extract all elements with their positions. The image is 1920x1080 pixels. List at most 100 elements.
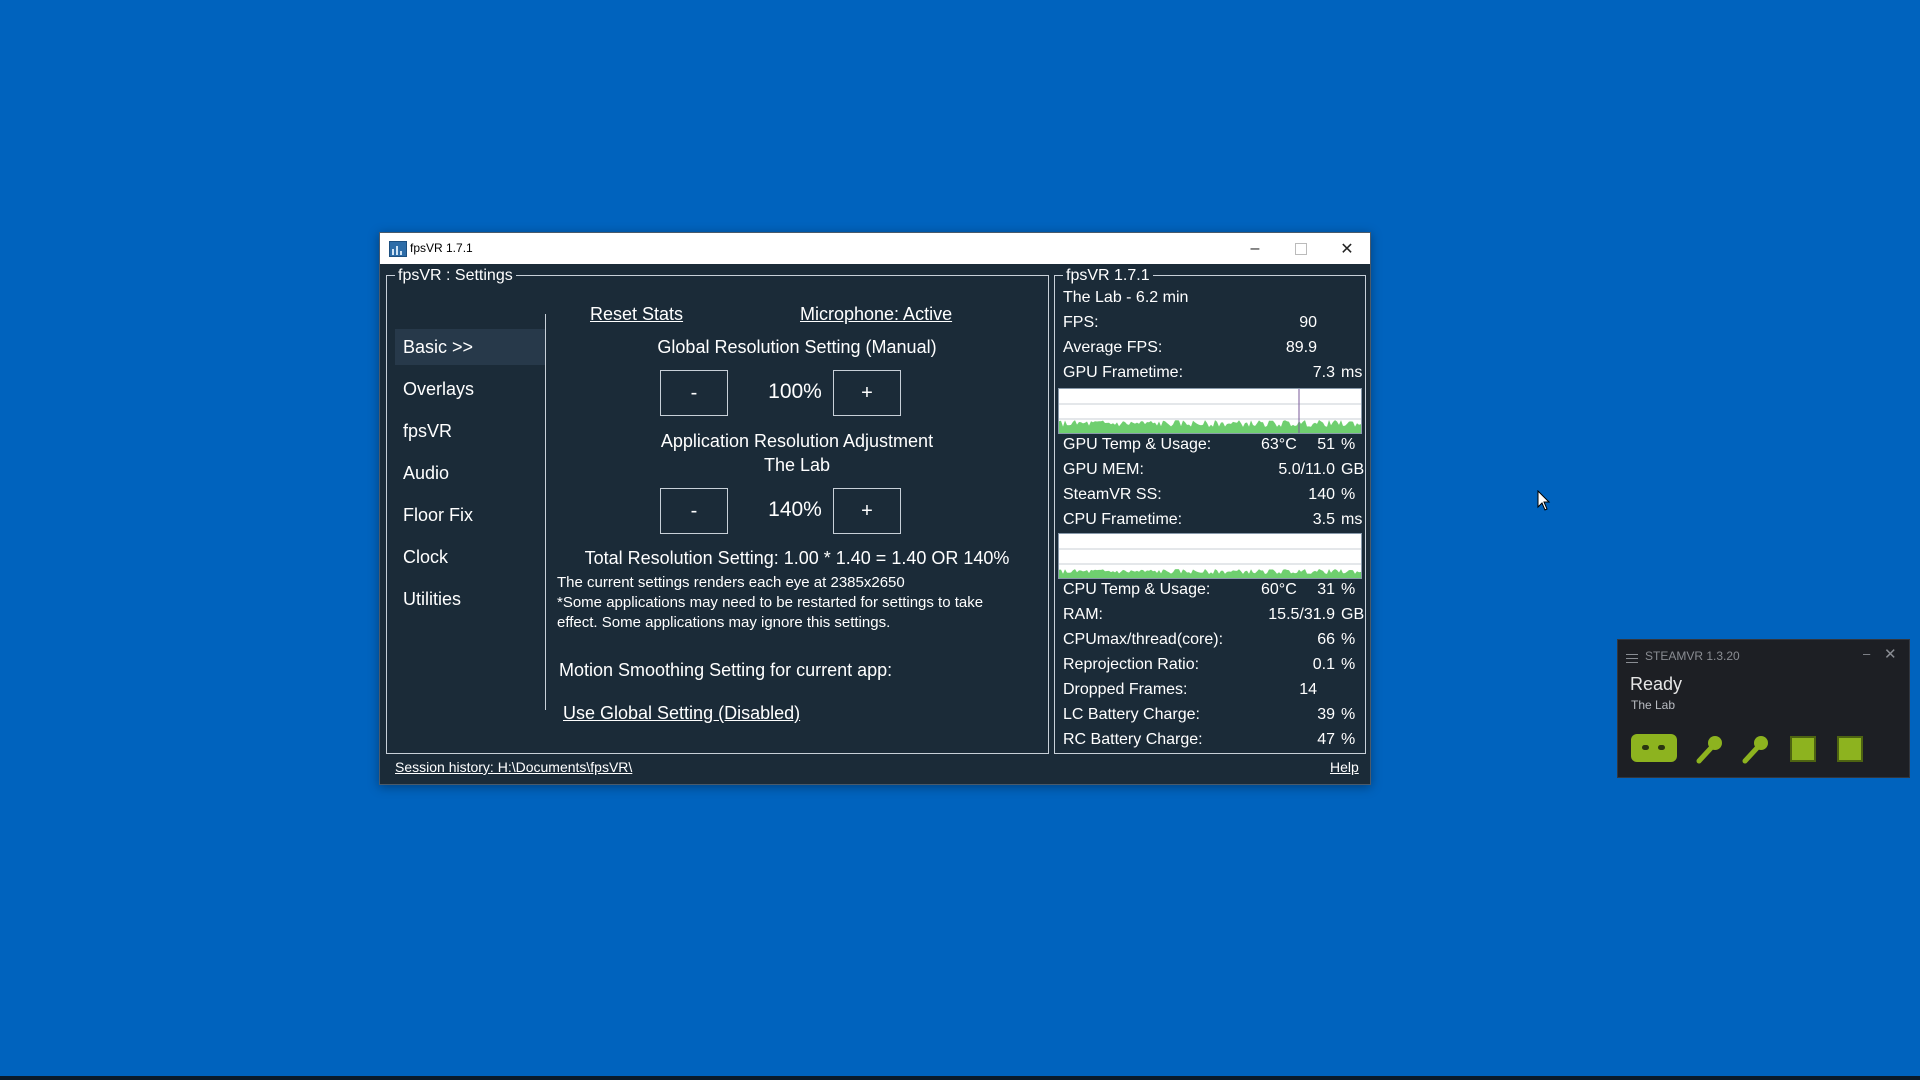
stats-group: fpsVR 1.7.1 The Lab - 6.2 min FPS: 90 Av… — [1054, 267, 1366, 755]
steamvr-status: Ready — [1630, 674, 1683, 694]
cpu-frametime-unit: ms — [1341, 511, 1363, 528]
gpu-usage-value: 51 — [1317, 436, 1335, 453]
cpu-temp-label: CPU Temp & Usage: — [1063, 581, 1211, 598]
help-link[interactable]: Help — [1330, 759, 1359, 775]
base-station-2-icon[interactable] — [1837, 736, 1863, 762]
avg-fps-label: Average FPS: — [1063, 339, 1163, 356]
gpu-mem-value: 5.0/11.0 — [1278, 461, 1335, 478]
controller-right-icon[interactable] — [1741, 734, 1771, 764]
nav-item-fpsvr[interactable]: fpsVR — [395, 413, 545, 449]
nav-item-utilities[interactable]: Utilities — [395, 581, 545, 617]
nav-item-basic[interactable]: Basic >> — [395, 329, 545, 365]
cpu-usage-unit: % — [1341, 581, 1356, 598]
steamvr-ss-unit: % — [1341, 486, 1356, 503]
maximize-button[interactable] — [1278, 233, 1324, 264]
cpumax-row: CPUmax/thread(core): 66 % — [1063, 631, 1363, 655]
cpu-temp-row: CPU Temp & Usage: 60°C 31 % — [1063, 581, 1363, 605]
settings-nav: Basic >> Overlays fpsVR Audio Floor Fix … — [395, 329, 545, 623]
lc-battery-label: LC Battery Charge: — [1063, 706, 1200, 723]
reprojection-value: 0.1 — [1312, 656, 1335, 673]
settings-group: fpsVR : Settings Basic >> Overlays fpsVR… — [386, 267, 1049, 754]
gpu-frametime-sparkline — [1059, 389, 1361, 433]
session-row: The Lab - 6.2 min — [1063, 289, 1363, 313]
fps-row: FPS: 90 — [1063, 314, 1363, 338]
window-title: fpsVR 1.7.1 — [410, 241, 473, 255]
close-button[interactable]: ✕ — [1324, 233, 1370, 264]
session-history-link[interactable]: Session history: H:\Documents\fpsVR\ — [395, 759, 632, 775]
render-info-text: The current settings renders each eye at… — [557, 574, 905, 591]
gpu-mem-label: GPU MEM: — [1063, 461, 1144, 478]
reset-stats-link[interactable]: Reset Stats — [590, 304, 683, 325]
cpu-frametime-graph — [1058, 533, 1362, 579]
motion-smoothing-title: Motion Smoothing Setting for current app… — [559, 660, 893, 680]
gpu-frametime-row: GPU Frametime: 7.3 ms — [1063, 364, 1363, 388]
hamburger-menu-icon[interactable] — [1626, 654, 1638, 663]
settings-legend: fpsVR : Settings — [395, 267, 516, 285]
rc-battery-label: RC Battery Charge: — [1063, 731, 1203, 748]
gpu-usage-unit: % — [1341, 436, 1356, 453]
lc-battery-unit: % — [1341, 706, 1356, 723]
cpumax-label: CPUmax/thread(core): — [1063, 631, 1224, 648]
ram-unit: GB — [1341, 606, 1365, 623]
cpumax-value: 66 — [1317, 631, 1335, 648]
title-bar[interactable]: fpsVR 1.7.1 – ✕ — [380, 233, 1370, 264]
stats-legend: fpsVR 1.7.1 — [1063, 267, 1153, 285]
app-resolution-decrease-button[interactable]: - — [660, 488, 728, 534]
maximize-icon — [1295, 242, 1307, 255]
cpu-temp-value: 60°C — [1261, 581, 1297, 598]
ram-label: RAM: — [1063, 606, 1103, 623]
gpu-mem-unit: GB — [1341, 461, 1365, 478]
cpu-frametime-value: 3.5 — [1312, 511, 1335, 528]
steamvr-ss-row: SteamVR SS: 140 % — [1063, 486, 1363, 510]
dropped-frames-row: Dropped Frames: 14 — [1063, 681, 1363, 705]
nav-item-overlays[interactable]: Overlays — [395, 371, 545, 407]
reprojection-row: Reprojection Ratio: 0.1 % — [1063, 656, 1363, 680]
rc-battery-row: RC Battery Charge: 47 % — [1063, 731, 1363, 755]
avg-fps-row: Average FPS: 89.9 — [1063, 339, 1363, 363]
avg-fps-value: 89.9 — [1285, 339, 1317, 356]
ram-value: 15.5/31.9 — [1268, 606, 1335, 623]
nav-item-floor-fix[interactable]: Floor Fix — [395, 497, 545, 533]
dropped-frames-value: 14 — [1299, 681, 1317, 698]
cpu-frametime-label: CPU Frametime: — [1063, 511, 1183, 528]
microphone-toggle-link[interactable]: Microphone: Active — [800, 304, 952, 325]
base-station-1-icon[interactable] — [1790, 736, 1816, 762]
rc-battery-value: 47 — [1317, 731, 1335, 748]
global-resolution-title: Global Resolution Setting (Manual) — [657, 337, 937, 357]
ram-row: RAM: 15.5/31.9 GB — [1063, 606, 1365, 630]
controller-left-icon[interactable] — [1695, 734, 1725, 764]
taskbar-edge — [0, 1076, 1920, 1080]
steamvr-minimize-button[interactable]: – — [1863, 646, 1870, 661]
fpsvr-app-icon — [389, 241, 407, 257]
steamvr-status-window: STEAMVR 1.3.20 – ✕ Ready The Lab — [1617, 639, 1910, 778]
restart-note-line-2: effect. Some applications may ignore thi… — [557, 614, 891, 631]
steamvr-title: STEAMVR 1.3.20 — [1645, 649, 1740, 663]
nav-item-clock[interactable]: Clock — [395, 539, 545, 575]
app-resolution-title: Application Resolution Adjustment — [660, 431, 934, 451]
steamvr-close-button[interactable]: ✕ — [1884, 645, 1897, 663]
nav-divider — [545, 314, 546, 710]
cpu-usage-value: 31 — [1317, 581, 1335, 598]
fpsvr-window: fpsVR 1.7.1 – ✕ fpsVR : Settings Basic >… — [379, 232, 1371, 785]
app-resolution-increase-button[interactable]: + — [833, 488, 901, 534]
reprojection-label: Reprojection Ratio: — [1063, 656, 1200, 673]
rc-battery-unit: % — [1341, 731, 1356, 748]
global-resolution-increase-button[interactable]: + — [833, 370, 901, 416]
gpu-temp-label: GPU Temp & Usage: — [1063, 436, 1212, 453]
headset-icon[interactable] — [1631, 734, 1677, 762]
global-resolution-decrease-button[interactable]: - — [660, 370, 728, 416]
lc-battery-row: LC Battery Charge: 39 % — [1063, 706, 1363, 730]
minimize-button[interactable]: – — [1232, 233, 1278, 264]
steamvr-app-name: The Lab — [1631, 698, 1676, 712]
gpu-frametime-unit: ms — [1341, 364, 1363, 381]
fps-label: FPS: — [1063, 314, 1099, 331]
motion-smoothing-setting-link[interactable]: Use Global Setting (Disabled) — [563, 703, 800, 724]
app-resolution-app-name: The Lab — [763, 455, 831, 475]
dropped-frames-label: Dropped Frames: — [1063, 681, 1188, 698]
nav-item-audio[interactable]: Audio — [395, 455, 545, 491]
total-resolution-text: Total Resolution Setting: 1.00 * 1.40 = … — [584, 548, 1010, 568]
restart-note-line-1: *Some applications may need to be restar… — [557, 594, 984, 611]
gpu-frametime-graph — [1058, 388, 1362, 434]
gpu-temp-value: 63°C — [1261, 436, 1297, 453]
mouse-cursor-icon — [1537, 490, 1551, 511]
